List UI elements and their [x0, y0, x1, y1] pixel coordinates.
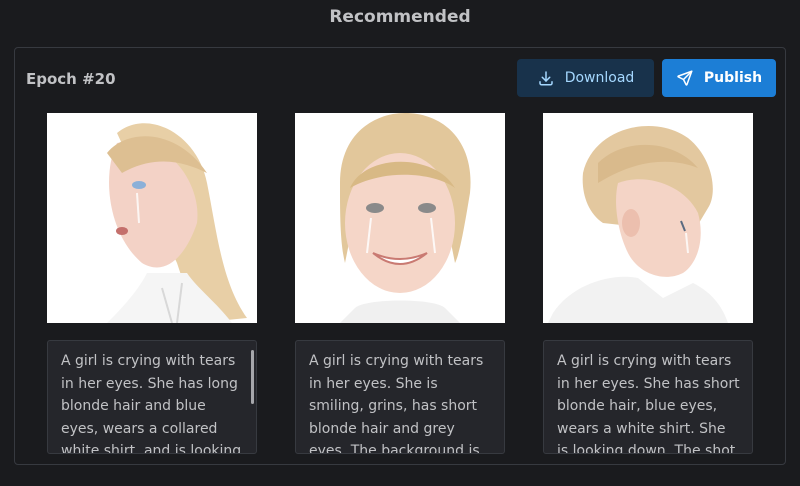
generated-image[interactable] [47, 113, 257, 323]
generated-image[interactable] [295, 113, 505, 323]
publish-label: Publish [703, 70, 763, 86]
image-card: A girl is crying with tears in her eyes.… [543, 113, 753, 454]
generated-image[interactable] [543, 113, 753, 323]
image-caption[interactable]: A girl is crying with tears in her eyes.… [295, 340, 505, 454]
image-caption[interactable]: A girl is crying with tears in her eyes.… [543, 340, 753, 454]
caption-scrollbar[interactable] [251, 350, 254, 404]
publish-button[interactable]: Publish [662, 59, 776, 97]
send-icon [676, 69, 694, 87]
download-label: Download [564, 70, 635, 86]
image-caption[interactable]: A girl is crying with tears in her eyes.… [47, 340, 257, 454]
image-card: A girl is crying with tears in her eyes.… [295, 113, 505, 454]
page-title: Recommended [329, 7, 471, 27]
download-button[interactable]: Download [517, 59, 654, 97]
download-icon [537, 69, 555, 87]
image-card: A girl is crying with tears in her eyes.… [47, 113, 257, 454]
epoch-panel: Epoch #20 Download Publish A girl is cry… [14, 47, 786, 465]
epoch-title: Epoch #20 [26, 70, 116, 88]
